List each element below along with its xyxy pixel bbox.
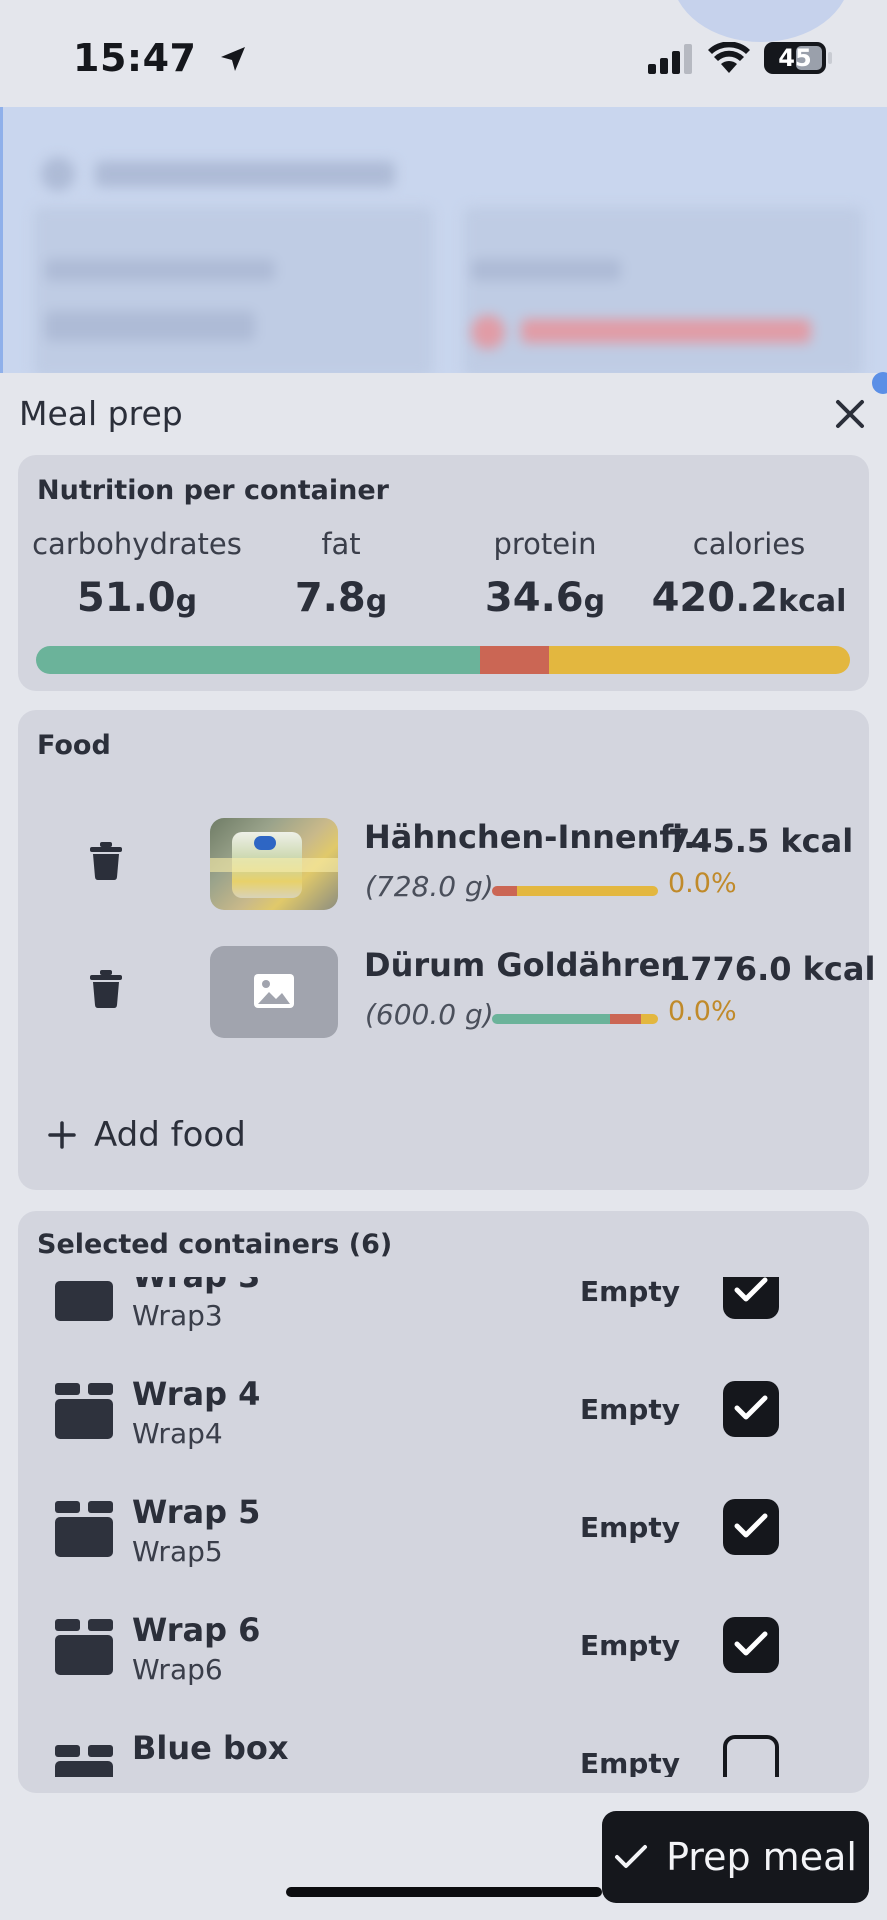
nutrition-title: Nutrition per container [37,475,389,506]
food-item[interactable]: Dürum Goldähren (600.0 g) 1776.0 kcal 0.… [18,946,875,1038]
trash-icon[interactable] [90,970,122,1008]
container-name: Wrap 5 [132,1493,261,1531]
container-subtitle: Wrap4 [132,1417,223,1450]
food-percent: 0.0% [668,868,737,899]
wifi-icon [708,42,750,73]
container-name: Blue box [132,1729,289,1767]
checkmark-icon [734,1631,768,1656]
containers-list[interactable]: Wrap 3 Wrap3 Empty Wrap 4 Wrap4 Empty [18,1277,869,1777]
sheet-title: Meal prep [19,394,183,433]
image-placeholder-icon [254,974,294,1008]
food-kcal: 745.5 kcal [668,822,854,860]
container-subtitle: Wrap5 [132,1535,223,1568]
container-row[interactable]: Wrap 3 Wrap3 Empty [18,1277,869,1351]
nutrition-card: Nutrition per container carbohydrates 51… [18,455,869,691]
battery-level: 45 [778,44,812,72]
container-status: Empty [580,1511,680,1544]
container-subtitle: Wrap3 [132,1299,223,1332]
container-name: Wrap 4 [132,1375,261,1413]
checkmark-icon [734,1395,768,1420]
macro-protein: protein 34.6g [484,527,606,621]
food-image [210,818,338,910]
mini-bar-carbohydrates [492,1014,610,1024]
food-macro-bar [492,886,658,896]
food-macro-bar [492,1014,658,1024]
container-checkbox[interactable] [723,1617,779,1673]
food-card: Food Hähnchen-Innenfi.. (728.0 g) 745.5 … [18,710,875,1190]
container-row[interactable]: Wrap 5 Wrap5 Empty [18,1487,869,1587]
food-weight: (728.0 g) [365,870,494,903]
macro-fat: fat 7.8g [294,527,388,621]
container-checkbox[interactable] [723,1381,779,1437]
plus-icon [48,1121,76,1149]
food-weight: (600.0 g) [365,998,494,1031]
trash-icon[interactable] [90,842,122,880]
mini-bar-fat [492,886,517,896]
container-row[interactable]: Wrap 4 Wrap4 Empty [18,1369,869,1469]
checkmark-icon [615,1845,648,1868]
container-row[interactable]: Wrap 6 Wrap6 Empty [18,1605,869,1705]
checkmark-icon [734,1513,768,1538]
container-row[interactable]: Blue box Empty [18,1723,869,1777]
container-name: Wrap 6 [132,1611,261,1649]
box-icon [55,1619,113,1675]
containers-card: Selected containers (6) Wrap 3 Wrap3 Emp… [18,1211,869,1793]
container-checkbox[interactable] [723,1277,779,1319]
status-time: 15:47 [73,36,197,80]
checkmark-icon [734,1277,768,1302]
cellular-signal-icon [648,44,692,74]
overlay-bubble [672,0,850,42]
background-app-blurred [0,107,887,373]
containers-title: Selected containers (6) [37,1229,393,1260]
macro-carbohydrates: carbohydrates 51.0g [32,527,242,621]
mini-bar-protein [516,886,658,896]
container-status: Empty [580,1277,680,1308]
add-food-label: Add food [94,1115,246,1155]
food-percent: 0.0% [668,996,737,1027]
macro-calories: calories 420.2kcal [651,527,847,621]
box-icon [55,1745,113,1777]
box-icon [55,1383,113,1439]
mini-bar-fat [609,1014,642,1024]
food-name: Dürum Goldähren [364,946,684,984]
container-status: Empty [580,1747,680,1777]
macro-bar-fat [479,646,549,674]
container-checkbox[interactable] [723,1499,779,1555]
box-icon [55,1281,113,1321]
mini-bar-protein [641,1014,658,1024]
macro-bar-protein [548,646,850,674]
container-subtitle: Wrap6 [132,1653,223,1686]
food-title: Food [37,730,111,761]
food-kcal: 1776.0 kcal [668,950,876,988]
food-image [210,946,338,1038]
container-checkbox[interactable] [723,1735,779,1777]
prep-meal-button[interactable]: Prep meal [602,1811,869,1903]
resize-handle[interactable] [872,372,887,394]
box-icon [55,1501,113,1557]
container-name: Wrap 3 [132,1277,260,1295]
food-item[interactable]: Hähnchen-Innenfi.. (728.0 g) 745.5 kcal … [18,818,869,910]
container-status: Empty [580,1393,680,1426]
close-icon[interactable] [832,396,868,432]
add-food-button[interactable]: Add food [48,1110,246,1160]
macro-bar-carbohydrates [36,646,480,674]
status-bar: 15:47 45 [0,0,887,108]
location-arrow-icon [221,47,245,71]
macro-distribution-bar [36,646,850,674]
container-status: Empty [580,1629,680,1662]
battery-icon: 45 [764,42,826,74]
home-indicator[interactable] [286,1887,602,1897]
food-name: Hähnchen-Innenfi.. [364,818,708,856]
prep-meal-label: Prep meal [666,1835,857,1879]
